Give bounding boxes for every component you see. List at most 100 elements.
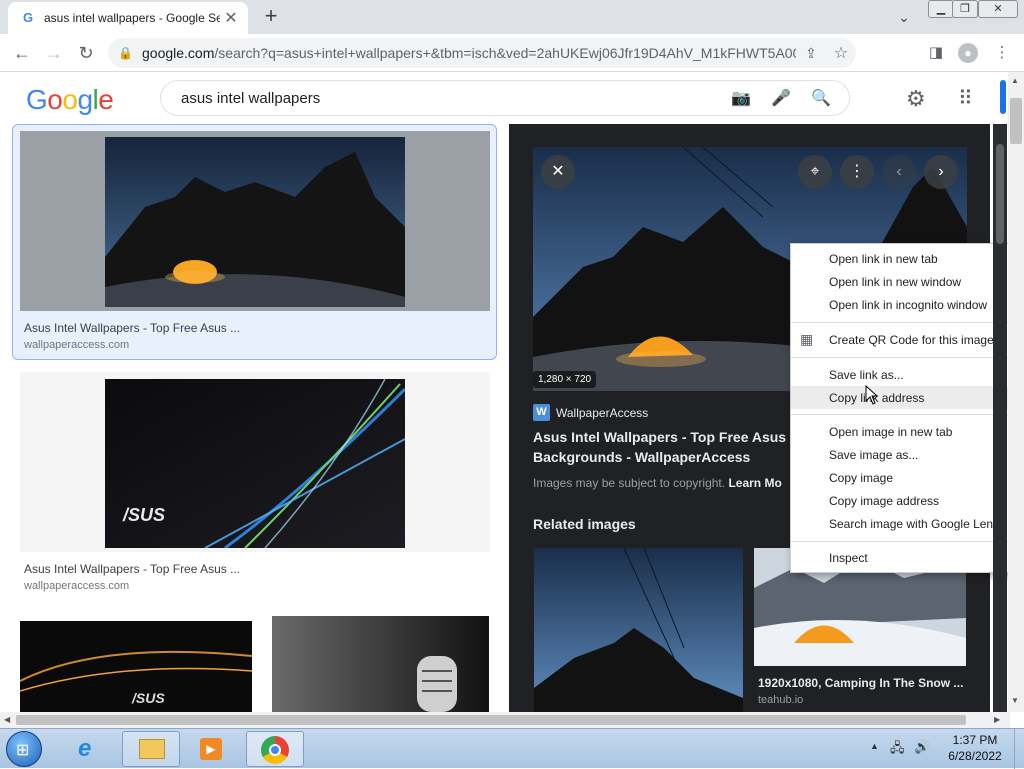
close-preview-icon[interactable]: ✕ [541,155,575,189]
menu-item-open-incognito[interactable]: Open link in incognito window [829,294,987,316]
menu-separator [791,322,1023,323]
result-caption[interactable]: Asus Intel Wallpapers - Top Free Asus ..… [24,562,240,576]
scroll-right-icon[interactable]: ▶ [994,715,1000,724]
menu-item-open-new-window[interactable]: Open link in new window [829,271,961,293]
mountain-tent-image [105,137,405,307]
result-caption[interactable]: Asus Intel Wallpapers - Top Free Asus ..… [24,321,240,335]
internet-explorer-taskbar-icon[interactable]: e [62,731,120,767]
context-menu: Open link in new tab Open link in new wi… [790,243,1023,573]
windows-logo-icon: ⊞ [16,742,30,759]
clock-date: 6/28/2022 [948,749,1002,763]
back-arrow-icon[interactable]: ← [8,39,36,67]
menu-item-copy-image-address[interactable]: Copy image address [829,490,939,512]
qr-code-icon: ▦ [800,331,814,347]
tab-close-icon[interactable]: ✕ [220,8,242,28]
menu-item-open-new-tab[interactable]: Open link in new tab [829,248,938,270]
file-explorer-taskbar-icon[interactable] [122,731,180,767]
vertical-scroll-thumb[interactable] [1010,98,1022,144]
related-domain[interactable]: teahub.io [758,694,803,706]
asus-swoosh-image: /SUS [105,379,405,548]
browser-tab[interactable]: G asus intel wallpapers - Google Se ✕ [8,2,248,34]
scroll-down-icon[interactable]: ▼ [1011,696,1019,705]
browser-toolbar: ← → ↻ 🔒 google.com/search?q=asus+intel+w… [0,34,1024,72]
apps-grid-icon[interactable]: ⠿ [958,86,973,111]
search-box[interactable]: asus intel wallpapers 📷 🎤 🔍 [160,80,850,116]
panel-scrollbar-track [993,124,1007,712]
url-text: google.com/search?q=asus+intel+wallpaper… [142,45,796,61]
search-input[interactable]: asus intel wallpapers [181,90,721,107]
lens-search-icon[interactable]: ⌖ [798,155,832,189]
reload-icon[interactable]: ↻ [72,39,100,67]
learn-more-link[interactable]: Learn Mo [728,476,781,490]
result-domain[interactable]: wallpaperaccess.com [24,580,129,592]
more-options-icon[interactable]: ⋮ [840,155,874,189]
menu-item-save-link[interactable]: Save link as... [829,364,904,386]
camera-icon[interactable]: 📷 [721,88,761,108]
menu-separator [791,541,1023,542]
media-player-taskbar-icon[interactable]: ▶ [182,731,240,767]
site-name[interactable]: WallpaperAccess [556,406,648,420]
related-image-1[interactable] [534,548,743,712]
copyright-notice: Images may be subject to copyright. Lear… [533,476,782,490]
menu-item-inspect[interactable]: Inspect [829,547,868,569]
image-dimensions-badge: 1,280 × 720 [533,371,597,388]
image-result-selected[interactable]: Asus Intel Wallpapers - Top Free Asus ..… [12,124,497,360]
share-icon[interactable]: ⇪ [796,45,826,62]
related-caption[interactable]: 1920x1080, Camping In The Snow ... [758,676,963,690]
tab-search-chevron-icon[interactable]: ⌄ [892,6,916,28]
tab-strip: G asus intel wallpapers - Google Se ✕ + … [0,0,1024,34]
microphone-photo-image[interactable] [272,616,489,712]
windows-taskbar: ⊞ e ▶ ▲ 🖧 🔊 1:37 PM 6/28/2022 [0,728,1024,769]
preview-title-line2[interactable]: Backgrounds - WallpaperAccess [533,449,750,465]
browser-menu-icon[interactable]: ⋮ [988,39,1016,67]
minimize-button[interactable]: ▁ [928,0,954,18]
show-hidden-icons-icon[interactable]: ▲ [870,741,879,751]
asus-logo-text: /SUS [131,690,165,706]
menu-item-create-qr[interactable]: Create QR Code for this image [829,329,994,351]
horizontal-scroll-thumb[interactable] [16,715,966,725]
scroll-left-icon[interactable]: ◀ [4,715,10,724]
side-panel-icon[interactable]: ◨ [922,39,950,67]
related-images-heading: Related images [533,516,636,532]
asus-logo-text: /SUS [122,505,165,525]
forward-arrow-icon[interactable]: → [40,39,68,67]
menu-item-save-image[interactable]: Save image as... [829,444,918,466]
next-image-icon[interactable]: › [924,155,958,189]
vertical-scrollbar[interactable]: ▲ ▼ [1008,72,1024,712]
chrome-taskbar-icon[interactable] [246,731,304,767]
scroll-up-icon[interactable]: ▲ [1011,76,1019,85]
mouse-cursor-icon [865,385,879,405]
bookmark-star-icon[interactable]: ☆ [826,43,856,63]
menu-separator [791,414,1023,415]
start-button[interactable]: ⊞ [6,731,42,767]
volume-icon[interactable]: 🔊 [914,739,930,755]
menu-separator [791,357,1023,358]
clock-time: 1:37 PM [952,733,998,747]
microphone-icon[interactable]: 🎤 [761,88,801,108]
sign-in-button[interactable] [1000,80,1006,114]
menu-item-copy-image[interactable]: Copy image [829,467,893,489]
panel-scroll-thumb[interactable] [996,144,1004,244]
restore-button[interactable]: ❐ [952,0,978,18]
clock[interactable]: 1:37 PM 6/28/2022 [940,733,1010,763]
new-tab-button[interactable]: + [258,4,284,30]
address-bar[interactable]: 🔒 google.com/search?q=asus+intel+wallpap… [108,38,856,68]
image-result[interactable]: /SUS [20,372,490,552]
previous-image-icon[interactable]: ‹ [882,155,916,189]
menu-item-open-image-new-tab[interactable]: Open image in new tab [829,421,952,443]
asus-orange-swoosh-image[interactable]: /SUS [20,621,252,712]
search-icon[interactable]: 🔍 [801,88,841,108]
google-logo[interactable]: Google [26,84,114,116]
close-window-button[interactable]: ✕ [978,0,1018,18]
show-desktop-button[interactable] [1014,729,1024,769]
menu-item-search-lens[interactable]: Search image with Google Lens [829,513,999,535]
google-favicon-icon: G [22,10,34,25]
network-icon[interactable]: 🖧 [890,739,905,761]
preview-title-line1[interactable]: Asus Intel Wallpapers - Top Free Asus I [533,429,794,445]
copyright-text: Images may be subject to copyright. [533,476,726,490]
profile-avatar-icon[interactable]: ● [954,39,982,67]
result-domain[interactable]: wallpaperaccess.com [24,339,129,351]
lock-icon: 🔒 [118,46,133,60]
horizontal-scrollbar[interactable]: ◀ ▶ [0,712,1010,728]
settings-gear-icon[interactable]: ⚙ [906,86,926,112]
